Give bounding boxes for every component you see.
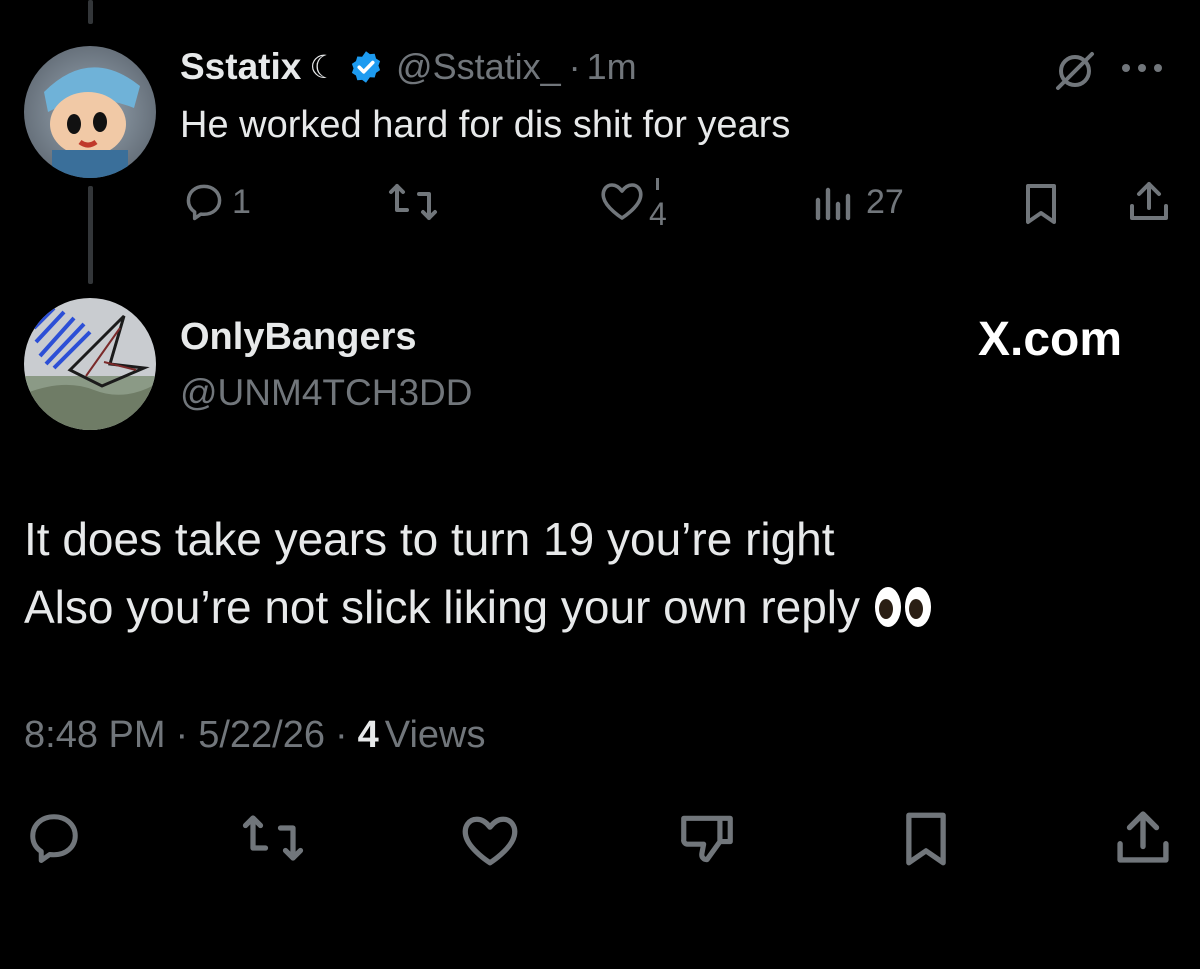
views-count: 27 [866, 182, 904, 221]
main-author-handle[interactable]: @UNM4TCH3DD [180, 372, 472, 414]
avatar-sstatix[interactable] [24, 46, 156, 178]
more-icon[interactable] [1118, 60, 1170, 76]
separator-dot: · [568, 46, 581, 87]
meta-sep2: · [334, 714, 348, 756]
tweet-meta: 8:48 PM · 5/22/26 · 4 Views [24, 714, 485, 757]
share-icon[interactable] [1126, 178, 1172, 224]
reply-action-like[interactable]: 4 [598, 178, 667, 233]
meta-date[interactable]: 5/22/26 [198, 714, 325, 757]
main-author-name[interactable]: OnlyBangers [180, 316, 417, 359]
mute-icon[interactable] [1052, 48, 1098, 94]
reply-tweet-text: He worked hard for dis shit for years [180, 104, 791, 146]
heart-icon [598, 178, 646, 222]
thread-line-top [88, 0, 93, 24]
meta-views-label[interactable]: Views [385, 714, 486, 757]
views-icon [812, 182, 852, 222]
main-reply-icon[interactable] [24, 808, 84, 868]
main-tweet-text-line1: It does take years to turn 19 you’re rig… [24, 513, 835, 565]
tweet-time[interactable]: 1m [587, 46, 637, 88]
avatar-onlybangers[interactable] [24, 298, 156, 430]
reply-action-views[interactable]: 27 [812, 182, 904, 222]
main-tweet-text-line2: Also you’re not slick liking your own re… [24, 581, 861, 633]
author-handle[interactable]: @Sstatix_ [396, 46, 561, 88]
eyes-emoji [874, 585, 932, 629]
bookmark-icon[interactable] [1020, 182, 1062, 226]
main-heart-icon[interactable] [458, 810, 522, 868]
main-retweet-icon[interactable] [238, 810, 308, 866]
meta-time[interactable]: 8:48 PM [24, 714, 166, 757]
x-com-brand: X.com [978, 313, 1123, 366]
verified-badge-icon [348, 49, 384, 85]
retweet-icon[interactable] [385, 180, 441, 224]
like-count: 4 [649, 196, 667, 232]
meta-sep1: · [175, 714, 189, 756]
name-suffix: ☾ [309, 49, 339, 85]
thread-line-bottom [88, 186, 93, 284]
like-count-tick [656, 178, 659, 190]
reply-count: 1 [232, 182, 251, 221]
meta-views-count[interactable]: 4 [358, 714, 379, 757]
main-share-icon[interactable] [1112, 806, 1174, 868]
reply-icon [182, 180, 226, 224]
downvote-icon[interactable] [676, 808, 738, 870]
main-bookmark-icon[interactable] [898, 810, 954, 868]
reply-action-reply[interactable]: 1 [182, 180, 251, 224]
author-name[interactable]: Sstatix [180, 46, 301, 88]
